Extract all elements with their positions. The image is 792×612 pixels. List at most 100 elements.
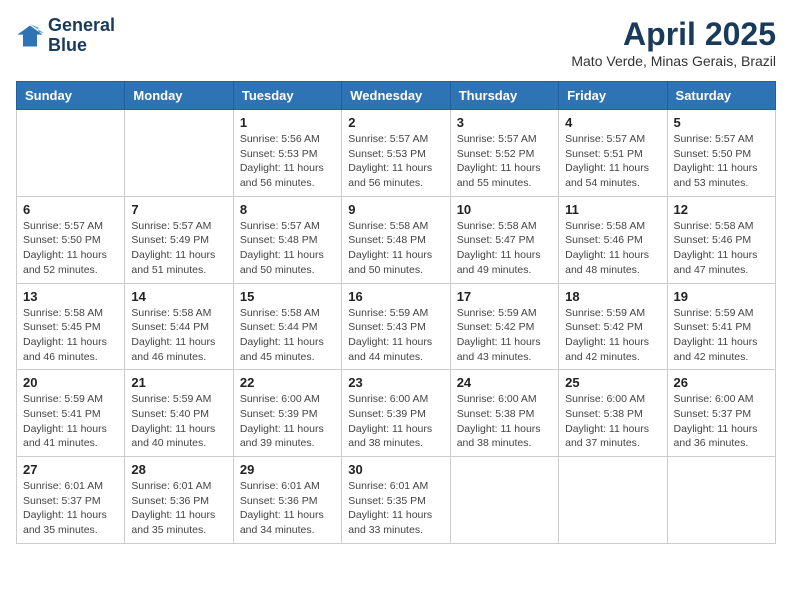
calendar-cell: 18 Sunrise: 5:59 AM Sunset: 5:42 PM Dayli… [559,283,667,370]
calendar-week-row: 20 Sunrise: 5:59 AM Sunset: 5:41 PM Dayli… [17,370,776,457]
title-area: April 2025 Mato Verde, Minas Gerais, Bra… [571,16,776,69]
calendar-cell: 13 Sunrise: 5:58 AM Sunset: 5:45 PM Dayli… [17,283,125,370]
calendar-header-row: SundayMondayTuesdayWednesdayThursdayFrid… [17,82,776,110]
logo-line1: General [48,16,115,36]
day-info: Sunrise: 5:58 AM Sunset: 5:46 PM Dayligh… [565,219,660,278]
calendar-cell: 4 Sunrise: 5:57 AM Sunset: 5:51 PM Daylig… [559,110,667,197]
calendar-cell: 22Sunrise: 6:00 AM Sunset: 5:39 PM Dayli… [233,370,341,457]
day-number: 13 [23,289,118,304]
day-of-week-header: Saturday [667,82,775,110]
day-number: 24 [457,375,552,390]
day-info: Sunrise: 5:58 AM Sunset: 5:46 PM Dayligh… [674,219,769,278]
calendar-cell [450,457,558,544]
day-info: Sunrise: 6:01 AM Sunset: 5:36 PM Dayligh… [240,479,335,538]
day-info: Sunrise: 5:58 AM Sunset: 5:45 PM Dayligh… [23,306,118,365]
calendar-cell: 10 Sunrise: 5:58 AM Sunset: 5:47 PM Dayli… [450,196,558,283]
day-info: Sunrise: 6:00 AM Sunset: 5:38 PM Dayligh… [457,392,552,451]
day-number: 30 [348,462,443,477]
day-number: 8 [240,202,335,217]
day-info: Sunrise: 6:01 AM Sunset: 5:36 PM Dayligh… [131,479,226,538]
calendar-cell [667,457,775,544]
day-info: Sunrise: 6:01 AM Sunset: 5:35 PM Dayligh… [348,479,443,538]
day-info: Sunrise: 5:57 AM Sunset: 5:50 PM Dayligh… [674,132,769,191]
calendar-cell: 29Sunrise: 6:01 AM Sunset: 5:36 PM Dayli… [233,457,341,544]
day-number: 20 [23,375,118,390]
calendar-week-row: 1 Sunrise: 5:56 AM Sunset: 5:53 PM Daylig… [17,110,776,197]
day-info: Sunrise: 5:58 AM Sunset: 5:48 PM Dayligh… [348,219,443,278]
day-number: 21 [131,375,226,390]
day-info: Sunrise: 5:58 AM Sunset: 5:44 PM Dayligh… [131,306,226,365]
calendar-cell: 28 Sunrise: 6:01 AM Sunset: 5:36 PM Dayli… [125,457,233,544]
logo-text: General Blue [48,16,115,56]
header: General Blue April 2025 Mato Verde, Mina… [16,16,776,69]
day-of-week-header: Thursday [450,82,558,110]
day-number: 22 [240,375,335,390]
day-info: Sunrise: 6:00 AM Sunset: 5:37 PM Dayligh… [674,392,769,451]
calendar-cell: 7Sunrise: 5:57 AM Sunset: 5:49 PM Daylig… [125,196,233,283]
day-number: 23 [348,375,443,390]
calendar-cell: 12Sunrise: 5:58 AM Sunset: 5:46 PM Dayli… [667,196,775,283]
month-title: April 2025 [571,16,776,53]
day-number: 26 [674,375,769,390]
calendar-cell: 14 Sunrise: 5:58 AM Sunset: 5:44 PM Dayli… [125,283,233,370]
day-number: 10 [457,202,552,217]
calendar-cell: 16Sunrise: 5:59 AM Sunset: 5:43 PM Dayli… [342,283,450,370]
day-of-week-header: Wednesday [342,82,450,110]
calendar-cell: 27Sunrise: 6:01 AM Sunset: 5:37 PM Dayli… [17,457,125,544]
calendar-cell: 26 Sunrise: 6:00 AM Sunset: 5:37 PM Dayli… [667,370,775,457]
day-number: 25 [565,375,660,390]
calendar-cell: 30 Sunrise: 6:01 AM Sunset: 5:35 PM Dayli… [342,457,450,544]
day-number: 4 [565,115,660,130]
day-info: Sunrise: 5:57 AM Sunset: 5:50 PM Dayligh… [23,219,118,278]
calendar-week-row: 6Sunrise: 5:57 AM Sunset: 5:50 PM Daylig… [17,196,776,283]
day-info: Sunrise: 6:00 AM Sunset: 5:39 PM Dayligh… [348,392,443,451]
day-info: Sunrise: 5:56 AM Sunset: 5:53 PM Dayligh… [240,132,335,191]
day-number: 7 [131,202,226,217]
calendar-cell: 19 Sunrise: 5:59 AM Sunset: 5:41 PM Dayli… [667,283,775,370]
day-info: Sunrise: 5:57 AM Sunset: 5:48 PM Dayligh… [240,219,335,278]
day-info: Sunrise: 5:57 AM Sunset: 5:51 PM Dayligh… [565,132,660,191]
day-number: 18 [565,289,660,304]
calendar-week-row: 27Sunrise: 6:01 AM Sunset: 5:37 PM Dayli… [17,457,776,544]
calendar-cell: 11 Sunrise: 5:58 AM Sunset: 5:46 PM Dayli… [559,196,667,283]
day-info: Sunrise: 5:59 AM Sunset: 5:41 PM Dayligh… [674,306,769,365]
logo: General Blue [16,16,115,56]
day-number: 14 [131,289,226,304]
day-info: Sunrise: 6:00 AM Sunset: 5:38 PM Dayligh… [565,392,660,451]
calendar-cell: 15Sunrise: 5:58 AM Sunset: 5:44 PM Dayli… [233,283,341,370]
day-of-week-header: Friday [559,82,667,110]
day-number: 19 [674,289,769,304]
day-number: 28 [131,462,226,477]
day-info: Sunrise: 5:57 AM Sunset: 5:52 PM Dayligh… [457,132,552,191]
calendar-cell: 24 Sunrise: 6:00 AM Sunset: 5:38 PM Dayli… [450,370,558,457]
day-number: 16 [348,289,443,304]
day-info: Sunrise: 5:57 AM Sunset: 5:53 PM Dayligh… [348,132,443,191]
calendar-cell [17,110,125,197]
calendar-cell: 17 Sunrise: 5:59 AM Sunset: 5:42 PM Dayli… [450,283,558,370]
calendar-cell: 9Sunrise: 5:58 AM Sunset: 5:48 PM Daylig… [342,196,450,283]
day-info: Sunrise: 5:59 AM Sunset: 5:41 PM Dayligh… [23,392,118,451]
day-number: 1 [240,115,335,130]
calendar-cell: 25 Sunrise: 6:00 AM Sunset: 5:38 PM Dayli… [559,370,667,457]
calendar-cell: 1 Sunrise: 5:56 AM Sunset: 5:53 PM Daylig… [233,110,341,197]
day-number: 17 [457,289,552,304]
day-number: 27 [23,462,118,477]
day-of-week-header: Sunday [17,82,125,110]
day-of-week-header: Tuesday [233,82,341,110]
day-info: Sunrise: 5:58 AM Sunset: 5:44 PM Dayligh… [240,306,335,365]
day-number: 3 [457,115,552,130]
calendar-cell: 21Sunrise: 5:59 AM Sunset: 5:40 PM Dayli… [125,370,233,457]
calendar-cell: 8 Sunrise: 5:57 AM Sunset: 5:48 PM Daylig… [233,196,341,283]
calendar-week-row: 13 Sunrise: 5:58 AM Sunset: 5:45 PM Dayli… [17,283,776,370]
calendar-cell: 23 Sunrise: 6:00 AM Sunset: 5:39 PM Dayli… [342,370,450,457]
calendar-cell: 5Sunrise: 5:57 AM Sunset: 5:50 PM Daylig… [667,110,775,197]
calendar-cell [559,457,667,544]
day-info: Sunrise: 5:58 AM Sunset: 5:47 PM Dayligh… [457,219,552,278]
logo-icon [16,22,44,50]
day-number: 11 [565,202,660,217]
day-info: Sunrise: 5:59 AM Sunset: 5:42 PM Dayligh… [457,306,552,365]
day-info: Sunrise: 5:59 AM Sunset: 5:42 PM Dayligh… [565,306,660,365]
day-of-week-header: Monday [125,82,233,110]
calendar-cell: 20 Sunrise: 5:59 AM Sunset: 5:41 PM Dayli… [17,370,125,457]
calendar-table: SundayMondayTuesdayWednesdayThursdayFrid… [16,81,776,544]
